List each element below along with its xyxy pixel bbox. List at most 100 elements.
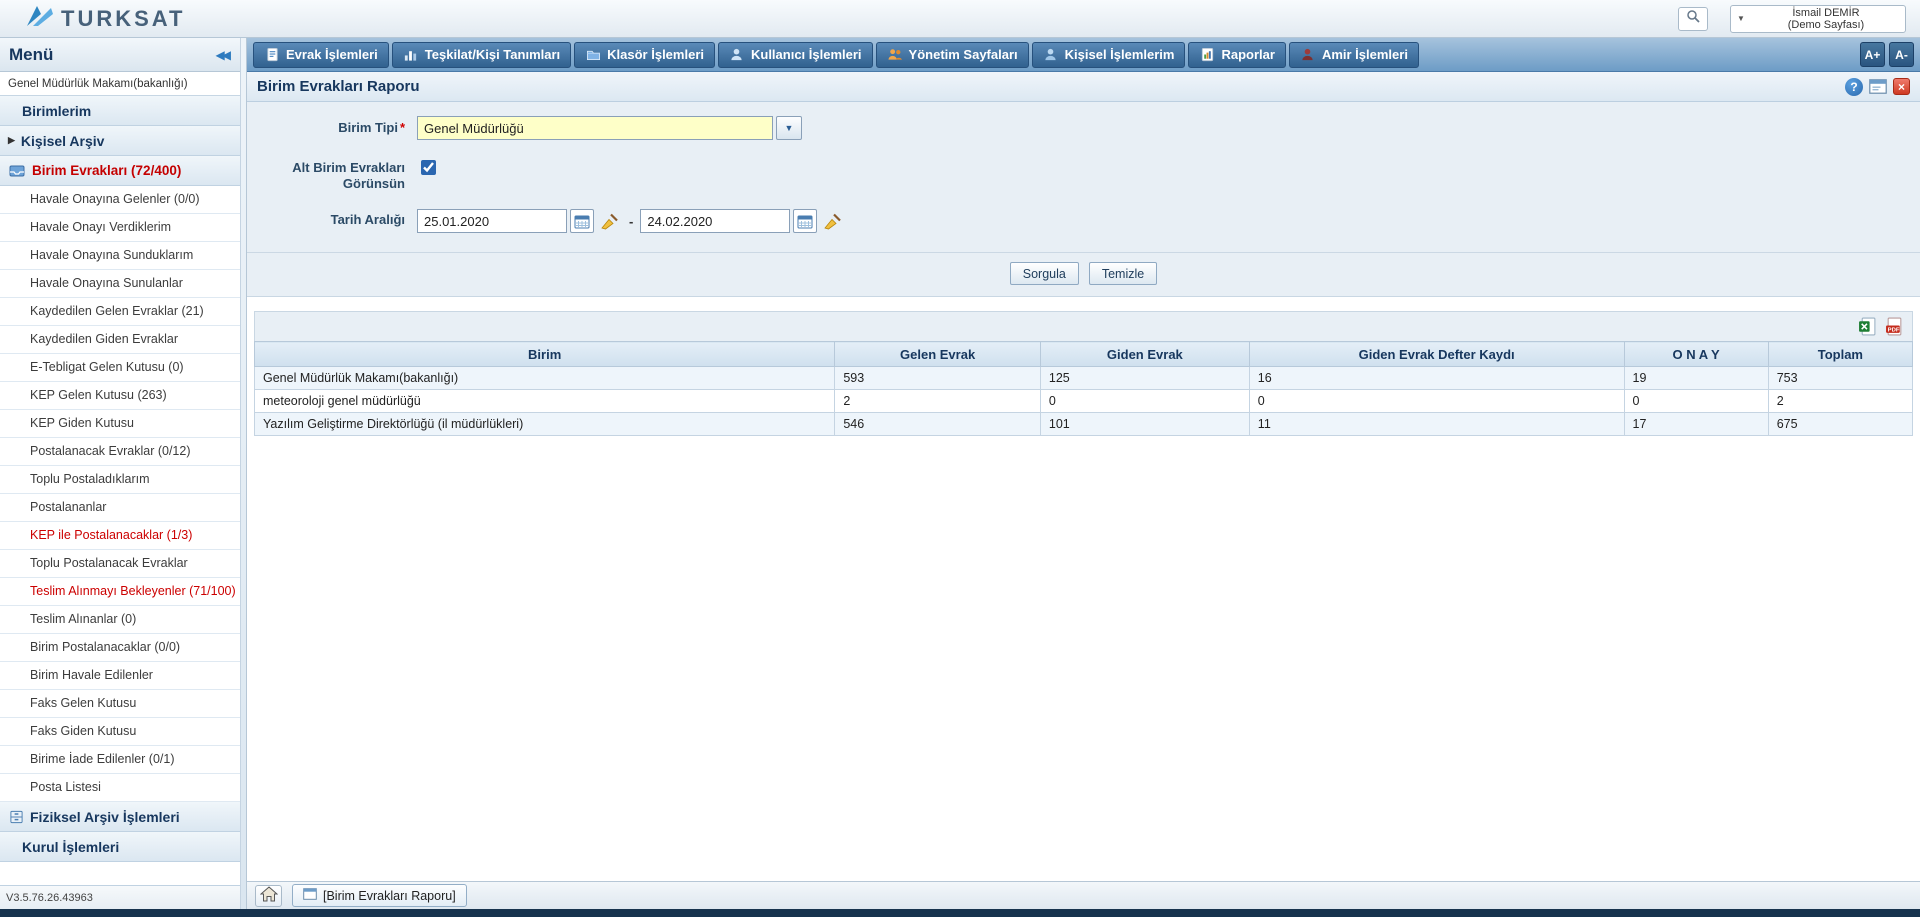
sidebar-item-26[interactable]: Fiziksel Arşiv İşlemleri: [0, 802, 240, 832]
table-body: Genel Müdürlük Makamı(bakanlığı)59312516…: [255, 367, 1913, 436]
sidebar-item-20[interactable]: Birim Postalanacaklar (0/0): [0, 634, 240, 662]
turksat-logo-icon: [24, 4, 54, 33]
sidebar-item-11[interactable]: KEP Gelen Kutusu (263): [0, 382, 240, 410]
close-icon[interactable]: ×: [1893, 78, 1910, 95]
sidebar-item-15[interactable]: Postalananlar: [0, 494, 240, 522]
manager-icon: [1300, 47, 1316, 63]
sidebar-item-9[interactable]: Kaydedilen Giden Evraklar: [0, 326, 240, 354]
required-asterisk: *: [400, 120, 405, 135]
sorgula-button[interactable]: Sorgula: [1010, 262, 1079, 285]
table-header-cell: Toplam: [1768, 342, 1912, 367]
alt-birim-checkbox[interactable]: [421, 160, 436, 175]
table-cell: 753: [1768, 367, 1912, 390]
sidebar-item-6[interactable]: Havale Onayına Sunduklarım: [0, 242, 240, 270]
sidebar-item-10[interactable]: E-Tebligat Gelen Kutusu (0): [0, 354, 240, 382]
status-strip: [0, 909, 1920, 917]
toolbar-tab-5[interactable]: Kişisel İşlemlerim: [1032, 42, 1186, 68]
search-icon: [1686, 9, 1700, 28]
home-button[interactable]: [255, 885, 282, 907]
sidebar-item-label: KEP Giden Kutusu: [30, 416, 134, 430]
page-tab-label: [Birim Evrakları Raporu]: [323, 889, 456, 903]
title-icons: ? ×: [1845, 78, 1910, 96]
toolbar-tab-label: Teşkilat/Kişi Tanımları: [425, 47, 560, 62]
sidebar-item-27[interactable]: Kurul İşlemleri: [0, 832, 240, 862]
user-name: İsmail DEMİR: [1753, 7, 1899, 19]
sidebar-item-8[interactable]: Kaydedilen Gelen Evraklar (21): [0, 298, 240, 326]
toolbar-tab-2[interactable]: Klasör İşlemleri: [574, 42, 715, 68]
form-buttons-row: Sorgula Temizle: [247, 252, 1920, 296]
font-increase-button[interactable]: A+: [1860, 42, 1885, 67]
archive-icon: [8, 809, 24, 825]
page-title: Birim Evrakları Raporu: [257, 78, 420, 95]
user-menu[interactable]: ▼ İsmail DEMİR (Demo Sayfası): [1730, 5, 1906, 33]
help-icon[interactable]: ?: [1845, 78, 1863, 96]
sidebar-item-21[interactable]: Birim Havale Edilenler: [0, 662, 240, 690]
report-table: BirimGelen EvrakGiden EvrakGiden Evrak D…: [254, 341, 1913, 436]
table-row[interactable]: Yazılım Geliştirme Direktörlüğü (il müdü…: [255, 413, 1913, 436]
table-cell: 11: [1249, 413, 1624, 436]
sidebar-item-7[interactable]: Havale Onayına Sunulanlar: [0, 270, 240, 298]
table-header-cell: Giden Evrak Defter Kaydı: [1249, 342, 1624, 367]
birim-tipi-label: Birim Tipi*: [247, 116, 417, 136]
sidebar-item-0[interactable]: Genel Müdürlük Makamı(bakanlığı): [0, 72, 240, 96]
birim-tipi-dropdown-button[interactable]: ▼: [776, 116, 802, 140]
sidebar-item-2[interactable]: ▶Kişisel Arşiv: [0, 126, 240, 156]
calendar-from-icon[interactable]: [570, 209, 594, 233]
sidebar-item-1[interactable]: Birimlerim: [0, 96, 240, 126]
sidebar-item-18[interactable]: Teslim Alınmayı Bekleyenler (71/100): [0, 578, 240, 606]
person-icon: [1043, 47, 1059, 63]
toolbar-tab-4[interactable]: Yönetim Sayfaları: [876, 42, 1029, 68]
sidebar-item-3[interactable]: Birim Evrakları (72/400): [0, 156, 240, 186]
toolbar-tab-3[interactable]: Kullanıcı İşlemleri: [718, 42, 873, 68]
sidebar-item-label: Kurul İşlemleri: [22, 839, 119, 855]
font-controls: A+ A-: [1860, 42, 1914, 67]
sidebar-item-5[interactable]: Havale Onayı Verdiklerim: [0, 214, 240, 242]
report-table-section: PDF BirimGelen EvrakGiden EvrakGiden Evr…: [254, 311, 1913, 436]
open-page-tab[interactable]: [Birim Evrakları Raporu]: [292, 884, 467, 907]
pdf-export-icon[interactable]: PDF: [1885, 317, 1904, 336]
birim-tipi-input[interactable]: [417, 116, 773, 140]
export-row: PDF: [254, 311, 1913, 341]
temizle-button[interactable]: Temizle: [1089, 262, 1157, 285]
sidebar-item-23[interactable]: Faks Giden Kutusu: [0, 718, 240, 746]
date-to-input[interactable]: [640, 209, 790, 233]
toolbar-tab-6[interactable]: Raporlar: [1188, 42, 1285, 68]
calendar-to-icon[interactable]: [793, 209, 817, 233]
date-from-input[interactable]: [417, 209, 567, 233]
sidebar-item-25[interactable]: Posta Listesi: [0, 774, 240, 802]
sidebar-item-label: Kaydedilen Giden Evraklar: [30, 332, 178, 346]
table-cell: Genel Müdürlük Makamı(bakanlığı): [255, 367, 835, 390]
table-row[interactable]: Genel Müdürlük Makamı(bakanlığı)59312516…: [255, 367, 1913, 390]
sidebar-item-19[interactable]: Teslim Alınanlar (0): [0, 606, 240, 634]
clear-date-from-icon[interactable]: [596, 208, 622, 234]
toolbar-tabs: Evrak İşlemleri Teşkilat/Kişi Tanımları Kl…: [253, 42, 1419, 68]
sidebar-item-16[interactable]: KEP ile Postalanacaklar (1/3): [0, 522, 240, 550]
sidebar-item-label: Postalanacak Evraklar (0/12): [30, 444, 191, 458]
clear-date-to-icon[interactable]: [819, 208, 845, 234]
sidebar-item-label: Genel Müdürlük Makamı(bakanlığı): [8, 78, 188, 90]
sidebar-item-13[interactable]: Postalanacak Evraklar (0/12): [0, 438, 240, 466]
toolbar-tab-0[interactable]: Evrak İşlemleri: [253, 42, 389, 68]
excel-export-icon[interactable]: [1858, 317, 1877, 336]
admin-users-icon: [887, 47, 903, 63]
toolbar-tab-1[interactable]: Teşkilat/Kişi Tanımları: [392, 42, 571, 68]
sidebar-item-4[interactable]: Havale Onayına Gelenler (0/0): [0, 186, 240, 214]
sidebar-item-14[interactable]: Toplu Postaladıklarım: [0, 466, 240, 494]
table-row[interactable]: meteoroloji genel müdürlüğü20002: [255, 390, 1913, 413]
home-icon: [260, 886, 278, 905]
user-info: İsmail DEMİR (Demo Sayfası): [1753, 7, 1899, 31]
font-decrease-button[interactable]: A-: [1889, 42, 1914, 67]
collapse-sidebar-icon[interactable]: ◀◀: [216, 48, 231, 62]
sidebar-item-label: Birimlerim: [22, 103, 91, 119]
search-button[interactable]: [1678, 7, 1708, 31]
table-cell: 0: [1624, 390, 1768, 413]
table-cell: 17: [1624, 413, 1768, 436]
tarih-label: Tarih Aralığı: [247, 208, 417, 228]
sidebar-item-12[interactable]: KEP Giden Kutusu: [0, 410, 240, 438]
sidebar-item-17[interactable]: Toplu Postalanacak Evraklar: [0, 550, 240, 578]
window-icon[interactable]: [1869, 79, 1887, 94]
sidebar-item-22[interactable]: Faks Gelen Kutusu: [0, 690, 240, 718]
sidebar-item-24[interactable]: Birime İade Edilenler (0/1): [0, 746, 240, 774]
sidebar-item-label: Faks Giden Kutusu: [30, 724, 136, 738]
toolbar-tab-7[interactable]: Amir İşlemleri: [1289, 42, 1419, 68]
